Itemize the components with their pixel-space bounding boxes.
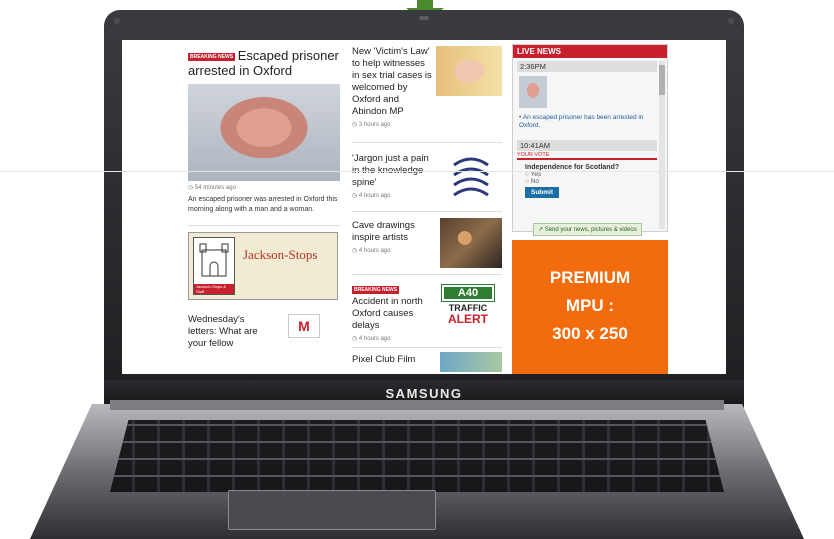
poll-option-yes[interactable]: ○ Yes: [525, 171, 667, 178]
story-timestamp: ◷ 3 hours ago: [352, 122, 391, 128]
live-entry-text[interactable]: • An escaped prisoner has been arrested …: [519, 114, 655, 130]
poll-option-no[interactable]: ○ No: [525, 178, 667, 185]
crest-caption: Jackson-Stops & Staff: [194, 284, 234, 294]
story-thumbnail[interactable]: [440, 352, 502, 372]
story-headline[interactable]: Cave drawings inspire artists: [352, 220, 432, 244]
secondary-stories-column: New 'Victim's Law' to help witnesses in …: [352, 40, 502, 372]
mpu-line-1: PREMIUM: [549, 268, 631, 287]
live-news-widget: LIVE NEWS 2:36PM • An escaped prisoner h…: [512, 44, 668, 236]
story-thumbnail[interactable]: [440, 218, 502, 268]
story-accident[interactable]: BREAKING NEWS Accident in north Oxford c…: [352, 275, 502, 347]
mpu-line-2: MPU :: [565, 296, 615, 315]
story-cave[interactable]: Cave drawings inspire artists ◷ 4 hours …: [352, 212, 502, 274]
road-sign: A40: [441, 284, 495, 302]
poll-question: Independence for Scotland?: [525, 164, 620, 171]
send-label: Send your news, pictures & videos: [544, 227, 637, 233]
premium-mpu-ad[interactable]: PREMIUM MPU : 300 x 250: [512, 240, 668, 374]
poll-submit-button[interactable]: Submit: [525, 187, 560, 198]
lead-story-column: BREAKING NEWS Escaped prisoner arrested …: [188, 40, 340, 350]
story-jargon[interactable]: 'Jargon just a pain in the knowledge spi…: [352, 143, 502, 211]
breaking-news-badge: BREAKING NEWS: [352, 286, 400, 295]
crest-thumbnail-icon[interactable]: [448, 151, 494, 201]
traffic-alert-graphic[interactable]: A40 TRAFFIC ALERT: [441, 284, 495, 326]
timestamp-text: 4 hours ago: [358, 248, 391, 254]
story-headline-text[interactable]: New 'Victim's Law' to help witnesses in …: [352, 46, 432, 117]
timestamp-text: 4 hours ago: [358, 193, 391, 199]
timestamp-text: 54 minutes ago: [194, 185, 236, 191]
screw-icon: [728, 18, 734, 24]
clock-icon: ◷: [188, 185, 195, 191]
lead-story-photo[interactable]: [188, 84, 340, 181]
letters-story[interactable]: Wednesday's letters: What are your fello…: [188, 314, 340, 350]
live-entry-thumbnail[interactable]: [519, 76, 547, 108]
option-label: No: [530, 178, 540, 185]
story-pixel-club[interactable]: Pixel Club Film: [352, 348, 502, 372]
keyboard-rows: [110, 420, 724, 492]
option-label: Yes: [530, 171, 542, 178]
brand-logo: SAMSUNG: [385, 386, 463, 401]
alert-line-2: ALERT: [448, 312, 488, 326]
ad-brand-name: Jackson-Stops: [243, 247, 318, 262]
live-entry-time: 2:36PM: [517, 61, 657, 72]
lead-headline-wrap[interactable]: BREAKING NEWS Escaped prisoner arrested …: [188, 48, 340, 78]
divider: [188, 225, 340, 226]
live-news-title: LIVE NEWS: [513, 45, 667, 58]
share-icon: ↗: [538, 227, 545, 233]
story-headline[interactable]: Pixel Club Film: [352, 354, 432, 366]
story-headline[interactable]: New 'Victim's Law' to help witnesses in …: [352, 46, 502, 118]
mail-icon: M: [288, 314, 320, 338]
timestamp-text: 3 hours ago: [358, 122, 391, 128]
send-news-button[interactable]: ↗ Send your news, pictures & videos: [533, 223, 642, 236]
live-entry-link[interactable]: An escaped prisoner has been arrested in…: [519, 114, 643, 129]
timestamp-text: 4 hours ago: [358, 336, 391, 342]
webcam-icon: [419, 16, 429, 20]
stage: SAMSUNG BREAKING NEWS Escaped prisoner a…: [0, 0, 834, 539]
live-entry-time: 10:41AM: [517, 140, 657, 151]
breaking-news-badge: BREAKING NEWS: [188, 53, 236, 62]
jackson-stops-ad[interactable]: Jackson-Stops & Staff Jackson-Stops: [188, 232, 338, 300]
story-headline[interactable]: Accident in north Oxford causes delays: [352, 296, 432, 332]
mpu-line-3: 300 x 250: [552, 324, 628, 343]
story-thumbnail[interactable]: [436, 46, 502, 96]
lead-summary: An escaped prisoner was arrested in Oxfo…: [188, 196, 338, 213]
castle-icon: [199, 243, 229, 277]
vote-label: YOUR VOTE: [517, 152, 657, 160]
touchpad: [228, 490, 436, 530]
lead-timestamp: ◷ 54 minutes ago: [188, 184, 340, 191]
story-timestamp: ◷ 4 hours ago: [352, 336, 391, 342]
story-victims-law[interactable]: New 'Victim's Law' to help witnesses in …: [352, 40, 502, 138]
laptop-screen: BREAKING NEWS Escaped prisoner arrested …: [122, 40, 726, 374]
screw-icon: [114, 18, 120, 24]
story-headline[interactable]: 'Jargon just a pain in the knowledge spi…: [352, 153, 438, 189]
letters-headline[interactable]: Wednesday's letters: What are your fello…: [188, 314, 272, 350]
jackson-stops-crest-icon: Jackson-Stops & Staff: [193, 237, 235, 295]
scrollbar-thumb[interactable]: [659, 65, 665, 95]
laptop-hinge: [110, 400, 724, 410]
